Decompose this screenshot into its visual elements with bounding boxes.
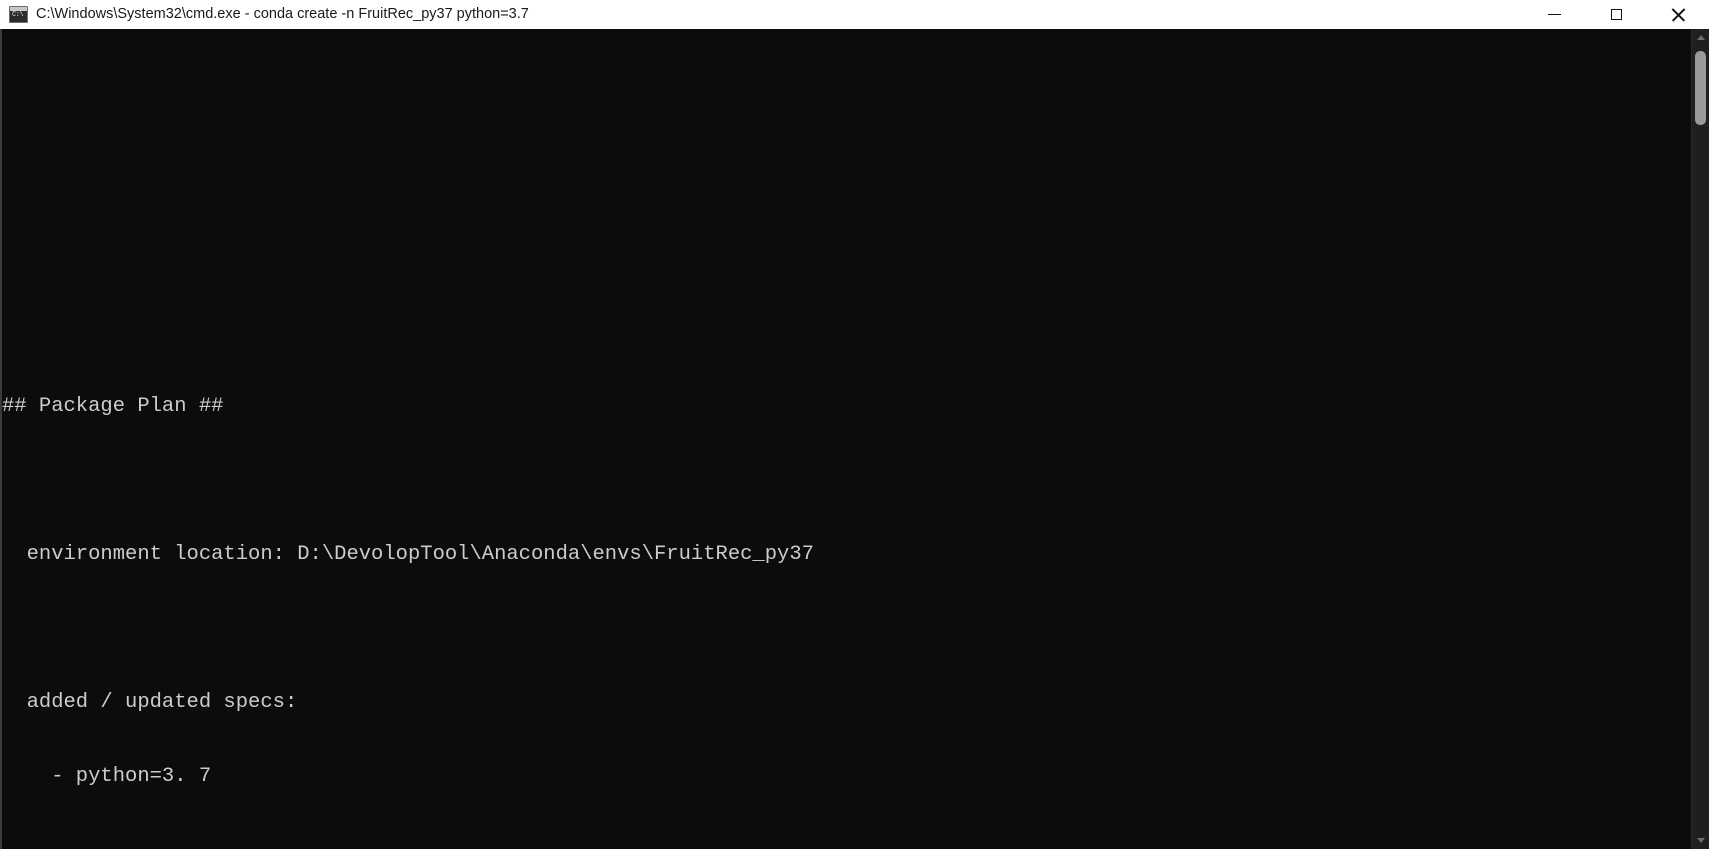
title-bar-left: C:\ C:\Windows\System32\cmd.exe - conda … (0, 0, 1523, 29)
environment-location-line: environment location: D:\DevolopTool\Ana… (2, 542, 814, 566)
terminal-top-padding (2, 78, 1691, 98)
maximize-button[interactable] (1585, 0, 1647, 29)
added-updated-specs-label: added / updated specs: (2, 691, 298, 715)
terminal-area: ## Package Plan ## environment location:… (0, 29, 1709, 849)
chevron-up-icon (1696, 35, 1705, 40)
close-icon (1671, 8, 1685, 22)
spec-item-python: - python=3. 7 (2, 765, 212, 789)
title-bar[interactable]: C:\ C:\Windows\System32\cmd.exe - conda … (0, 0, 1709, 29)
scrollbar-down-arrow[interactable] (1692, 832, 1709, 849)
close-button[interactable] (1647, 0, 1709, 29)
package-plan-header: ## Package Plan ## (2, 394, 224, 418)
cmd-window: C:\ C:\Windows\System32\cmd.exe - conda … (0, 0, 1709, 849)
chevron-down-icon (1696, 838, 1705, 843)
minimize-button[interactable] (1523, 0, 1585, 29)
scrollbar-up-arrow[interactable] (1692, 29, 1709, 46)
cmd-app-icon: C:\ (9, 6, 28, 23)
terminal-output[interactable]: ## Package Plan ## environment location:… (2, 29, 1691, 849)
maximize-icon (1610, 9, 1622, 20)
scrollbar-thumb[interactable] (1695, 51, 1706, 125)
minimize-icon (1547, 13, 1561, 16)
window-title: C:\Windows\System32\cmd.exe - conda crea… (36, 6, 529, 22)
cmd-icon-glyph: C:\ (12, 11, 24, 19)
window-controls (1523, 0, 1709, 29)
vertical-scrollbar[interactable] (1691, 29, 1709, 849)
